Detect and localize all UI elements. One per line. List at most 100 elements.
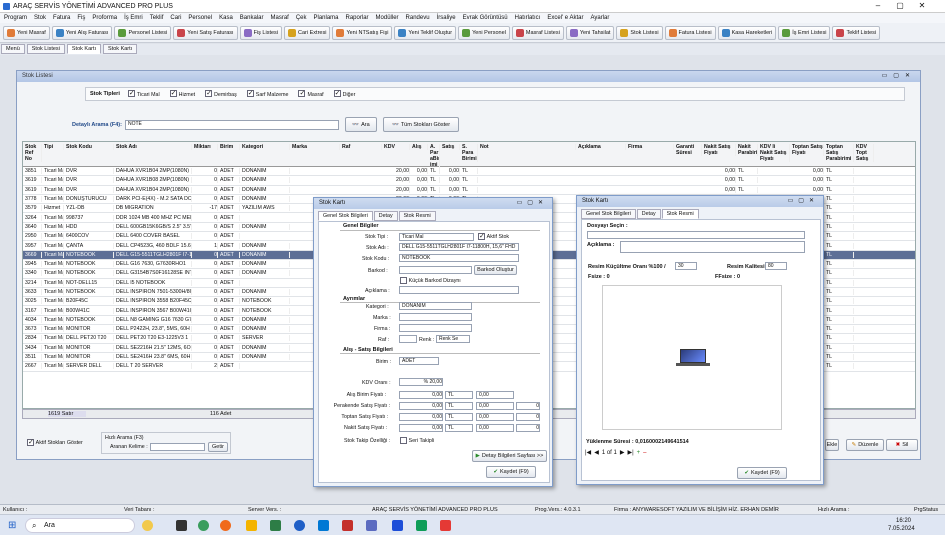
column-header[interactable]: Alış bbox=[410, 144, 428, 150]
column-header[interactable]: Toptan Satış Parabirimi bbox=[824, 144, 854, 162]
menu-item-9[interactable]: Kasa bbox=[219, 15, 233, 21]
column-header[interactable]: Nakit Parabirimi bbox=[736, 144, 758, 156]
dialog-controls-icon[interactable]: ▭▢✕ bbox=[788, 197, 819, 204]
type-checkbox-1[interactable] bbox=[169, 89, 177, 98]
menu-item-20[interactable]: Excel' e Aktar bbox=[547, 15, 583, 21]
category-select[interactable]: DONANIM bbox=[399, 302, 472, 310]
column-header[interactable]: Garanti Süresi bbox=[674, 144, 702, 156]
price-extra2-2[interactable]: 0 bbox=[516, 413, 540, 421]
color-select[interactable]: Renk Se bbox=[436, 335, 470, 343]
tab-detail[interactable]: Detay bbox=[636, 209, 661, 219]
show-all-button[interactable]: 👓 Tüm Stokları Göster bbox=[383, 117, 459, 132]
toolbar-button-4[interactable]: Fiş Listesi bbox=[239, 26, 283, 40]
save-button[interactable]: ✔ Kaydet (F9) bbox=[486, 466, 536, 478]
dialog-controls-icon[interactable]: ▭▢✕ bbox=[517, 199, 548, 206]
edge-icon[interactable] bbox=[318, 520, 329, 531]
table-row[interactable]: 3619Ticari MalDVRDAHUA XVR1B04 2MP(1080N… bbox=[23, 186, 915, 195]
column-header[interactable]: KDV bbox=[382, 144, 410, 150]
stok-type-select[interactable]: Ticari Mal bbox=[399, 233, 474, 241]
add-button[interactable]: Ekle bbox=[825, 439, 839, 451]
price-extra2-3[interactable]: 0 bbox=[516, 424, 540, 432]
app-icon-blue[interactable] bbox=[366, 520, 377, 531]
toolbar-button-6[interactable]: Yeni NTSatış Fişi bbox=[332, 26, 393, 40]
small-barcode-check[interactable]: Küçük Barkod Dizaynı bbox=[400, 277, 461, 284]
toolbar-button-11[interactable]: Stok Listesi bbox=[616, 26, 663, 40]
menu-item-18[interactable]: Evrak Görüntüsü bbox=[463, 15, 508, 21]
price-extra-2[interactable]: 0,00 bbox=[476, 413, 514, 421]
add-record-icon[interactable]: + bbox=[637, 450, 641, 456]
image-desc-input[interactable] bbox=[620, 241, 805, 253]
column-header[interactable]: S. Para Birimi bbox=[460, 144, 478, 162]
price-input-1[interactable]: 0,00 bbox=[399, 402, 443, 410]
menu-item-2[interactable]: Fatura bbox=[53, 15, 70, 21]
stok-name-input[interactable]: DELL G15-5511TGLH2801F I7-11800H, 15,6" … bbox=[399, 243, 519, 251]
firefox-icon[interactable] bbox=[220, 520, 231, 531]
active-checkbox[interactable] bbox=[478, 232, 485, 240]
next-page-icon[interactable]: ▶ bbox=[620, 449, 625, 456]
type-filter-1[interactable]: Hizmet bbox=[169, 89, 195, 98]
first-page-icon[interactable]: |◀ bbox=[585, 449, 591, 456]
firm-select[interactable] bbox=[399, 324, 472, 332]
toolbar-button-8[interactable]: Yeni Personel bbox=[458, 26, 510, 40]
app-icon-green[interactable] bbox=[416, 520, 427, 531]
files-icon[interactable] bbox=[246, 520, 257, 531]
menu-item-3[interactable]: Fiş bbox=[77, 15, 85, 21]
menu-item-11[interactable]: Masraf bbox=[270, 15, 288, 21]
price-currency-2[interactable]: TL bbox=[445, 413, 473, 421]
detail-page-button[interactable]: ▶ Detay Bilgileri Sayfası >> bbox=[472, 450, 547, 462]
column-header[interactable]: Kategori bbox=[240, 144, 290, 150]
description-input[interactable] bbox=[399, 286, 519, 294]
tab-stok-image[interactable]: Stok Resmi bbox=[398, 211, 436, 221]
column-header[interactable]: KDV li Nakit Satış Fiyatı bbox=[758, 144, 790, 162]
tab-stok-karti-2[interactable]: Stok Kartı bbox=[103, 44, 138, 54]
price-input-0[interactable]: 0,00 bbox=[399, 391, 443, 399]
barcode-input[interactable] bbox=[399, 266, 472, 274]
last-page-icon[interactable]: ▶| bbox=[627, 449, 633, 456]
price-currency-1[interactable]: TL bbox=[445, 402, 473, 410]
column-header[interactable]: Miktarı bbox=[192, 144, 218, 150]
menu-item-13[interactable]: Planlama bbox=[314, 15, 339, 21]
search-button[interactable]: 👓 Ara bbox=[345, 117, 377, 132]
unit-select[interactable]: ADET bbox=[399, 357, 439, 365]
chrome-icon[interactable] bbox=[294, 520, 305, 531]
shelf-input[interactable] bbox=[399, 335, 417, 343]
toolbar-button-9[interactable]: Masraf Listesi bbox=[511, 26, 564, 40]
app-icon-red[interactable] bbox=[342, 520, 353, 531]
type-checkbox-5[interactable] bbox=[333, 89, 341, 98]
column-header[interactable]: KDV Topt Satış bbox=[854, 144, 874, 162]
type-filter-3[interactable]: Sarf Malzeme bbox=[246, 89, 288, 98]
app-icon-x[interactable] bbox=[392, 520, 403, 531]
small-barcode-checkbox[interactable] bbox=[400, 277, 407, 284]
app-icon-ccl[interactable] bbox=[440, 520, 451, 531]
tab-stok-karti-1[interactable]: Stok Kartı bbox=[66, 44, 102, 54]
vat-input[interactable]: % 20,00 bbox=[399, 378, 443, 386]
type-checkbox-3[interactable] bbox=[246, 89, 254, 98]
toolbar-button-7[interactable]: Yeni Teklif Oluştur bbox=[394, 26, 457, 40]
type-checkbox-0[interactable] bbox=[127, 89, 135, 98]
column-header[interactable]: A. Par aBir imi bbox=[428, 144, 440, 168]
price-extra-1[interactable]: 0,00 bbox=[476, 402, 514, 410]
column-header[interactable]: Toptan Satış Fiyatı bbox=[790, 144, 824, 156]
search-input[interactable]: NOTE bbox=[125, 120, 339, 130]
create-barcode-button[interactable]: Barkod Oluştur bbox=[474, 265, 517, 275]
menu-item-14[interactable]: Raporlar bbox=[346, 15, 369, 21]
menu-item-6[interactable]: Teklif bbox=[150, 15, 164, 21]
column-header[interactable]: Stok Kodu bbox=[64, 144, 114, 150]
menu-item-12[interactable]: Çek bbox=[296, 15, 307, 21]
type-filter-0[interactable]: Ticari Mal bbox=[127, 89, 160, 98]
price-input-2[interactable]: 0,00 bbox=[399, 413, 443, 421]
column-header[interactable]: Raf bbox=[340, 144, 382, 150]
price-extra2-1[interactable]: 0 bbox=[516, 402, 540, 410]
table-row[interactable]: 3619Ticari MalDVRDAHUA XVR1B08 2MP(1080N… bbox=[23, 176, 915, 186]
brand-select[interactable] bbox=[399, 313, 472, 321]
active-check[interactable]: Aktif Stok bbox=[478, 232, 509, 240]
table-row[interactable]: 3851Ticari MalDVRDAHUA XVR1B04 2MP(1080N… bbox=[23, 167, 915, 177]
menu-item-8[interactable]: Personel bbox=[188, 15, 212, 21]
close-icon[interactable]: ✕ bbox=[912, 1, 932, 10]
toolbar-button-12[interactable]: Fatura Listesi bbox=[664, 26, 716, 40]
active-stock-checkbox[interactable] bbox=[27, 438, 34, 446]
price-input-3[interactable]: 0,00 bbox=[399, 424, 443, 432]
taskbar-search[interactable]: ⌕ Ara bbox=[25, 518, 135, 533]
toolbar-button-15[interactable]: Teklif Listesi bbox=[832, 26, 881, 40]
serial-checkbox[interactable] bbox=[400, 437, 407, 444]
